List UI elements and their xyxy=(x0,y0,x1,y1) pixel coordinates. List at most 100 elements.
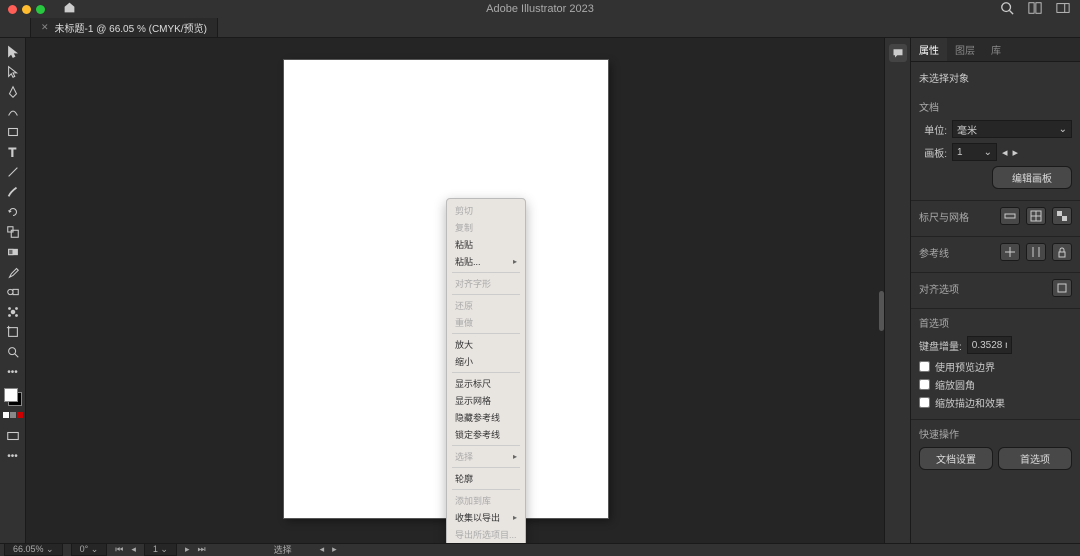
context-menu-item: 添加到库 xyxy=(447,492,525,509)
tools-panel: T ••• ••• xyxy=(0,38,26,543)
rectangle-tool[interactable] xyxy=(5,124,21,140)
context-menu-item: 对齐字形 xyxy=(447,275,525,292)
context-menu-item[interactable]: 收集以导出▸ xyxy=(447,509,525,526)
lock-guide-icon[interactable] xyxy=(1052,243,1072,261)
context-menu-item: 选择▸ xyxy=(447,448,525,465)
document-tab-label: 未标题-1 @ 66.05 % (CMYK/预览) xyxy=(55,20,207,35)
symbol-tool[interactable] xyxy=(5,304,21,320)
context-menu-item: 重做 xyxy=(447,314,525,331)
transparency-grid-icon[interactable] xyxy=(1052,207,1072,225)
svg-text:T: T xyxy=(8,145,16,159)
prev-artboard-icon[interactable]: ◂ xyxy=(1002,146,1008,159)
home-icon[interactable] xyxy=(63,1,76,17)
blend-tool[interactable] xyxy=(5,284,21,300)
screen-mode[interactable] xyxy=(5,428,21,444)
workspace-icon[interactable] xyxy=(1056,1,1070,18)
snap-guide-icon[interactable] xyxy=(1000,243,1020,261)
more-tools[interactable]: ••• xyxy=(5,364,21,380)
grid-icon[interactable] xyxy=(1026,207,1046,225)
panel-tabs: 属性 图层 库 xyxy=(911,38,1080,62)
guides-label: 参考线 xyxy=(919,245,995,260)
close-window[interactable] xyxy=(8,5,17,14)
line-tool[interactable] xyxy=(5,164,21,180)
context-menu-item: 还原 xyxy=(447,297,525,314)
units-select[interactable]: 毫米⌄ xyxy=(952,120,1072,138)
gradient-tool[interactable] xyxy=(5,244,21,260)
brush-tool[interactable] xyxy=(5,184,21,200)
scale-tool[interactable] xyxy=(5,224,21,240)
align-options-label: 对齐选项 xyxy=(919,281,1047,296)
tab-properties[interactable]: 属性 xyxy=(911,38,947,61)
comments-panel-icon[interactable] xyxy=(889,44,907,62)
scale-strokes-checkbox[interactable]: 缩放描边和效果 xyxy=(919,395,1072,410)
preview-bounds-checkbox[interactable]: 使用预览边界 xyxy=(919,359,1072,374)
minimize-window[interactable] xyxy=(22,5,31,14)
status-scroll-left[interactable]: ◂ xyxy=(320,544,325,555)
context-menu-item[interactable]: 粘贴 xyxy=(447,236,525,253)
tab-libraries[interactable]: 库 xyxy=(983,38,1009,61)
zoom-level[interactable]: 66.05% ⌄ xyxy=(4,543,63,556)
close-tab-icon[interactable]: ✕ xyxy=(41,22,49,33)
context-menu-item[interactable]: 锁定参考线 xyxy=(447,426,525,443)
window-controls xyxy=(8,5,45,14)
doc-setup-button[interactable]: 文档设置 xyxy=(919,447,993,470)
rotate-tool[interactable] xyxy=(5,204,21,220)
prefs-button[interactable]: 首选项 xyxy=(998,447,1072,470)
context-menu-item[interactable]: 放大 xyxy=(447,336,525,353)
document-tab[interactable]: ✕ 未标题-1 @ 66.05 % (CMYK/预览) xyxy=(30,17,218,38)
prev-artboard-icon-status[interactable]: ◂ xyxy=(131,544,136,555)
maximize-window[interactable] xyxy=(36,5,45,14)
next-artboard-icon[interactable]: ▸ xyxy=(1013,146,1019,159)
color-mode-toggle[interactable] xyxy=(3,412,23,418)
ruler-grid-label: 标尺与网格 xyxy=(919,209,995,224)
show-guide-icon[interactable] xyxy=(1026,243,1046,261)
key-increment-input[interactable] xyxy=(967,336,1012,354)
app-title: Adobe Illustrator 2023 xyxy=(486,3,594,15)
rotate-view[interactable]: 0° ⌄ xyxy=(71,543,108,556)
canvas[interactable]: 剪切复制粘贴粘贴...▸ 对齐字形还原重做放大缩小显示标尺显示网格隐藏参考线锁定参… xyxy=(26,38,884,543)
prefs-section: 首选项 xyxy=(919,315,1072,330)
search-icon[interactable] xyxy=(1000,1,1014,18)
first-artboard-icon[interactable]: ⏮ xyxy=(115,544,123,555)
artboard-select[interactable]: 1⌄ xyxy=(952,143,997,161)
context-menu-item[interactable]: 显示网格 xyxy=(447,392,525,409)
curvature-tool[interactable] xyxy=(5,104,21,120)
selection-tool[interactable] xyxy=(5,44,21,60)
document-tabs: ✕ 未标题-1 @ 66.05 % (CMYK/预览) xyxy=(0,18,1080,38)
context-menu-item[interactable]: 隐藏参考线 xyxy=(447,409,525,426)
status-scroll-right[interactable]: ▸ xyxy=(332,544,337,555)
artboard-nav[interactable]: 1 ⌄ xyxy=(144,543,177,556)
context-menu-item[interactable]: 显示标尺 xyxy=(447,375,525,392)
context-menu-item[interactable]: 粘贴...▸ xyxy=(447,253,525,270)
direct-selection-tool[interactable] xyxy=(5,64,21,80)
context-menu-item[interactable]: 轮廓 xyxy=(447,470,525,487)
context-menu: 剪切复制粘贴粘贴...▸ 对齐字形还原重做放大缩小显示标尺显示网格隐藏参考线锁定参… xyxy=(446,198,526,543)
titlebar: Adobe Illustrator 2023 xyxy=(0,0,1080,18)
eyedropper-tool[interactable] xyxy=(5,264,21,280)
tab-layers[interactable]: 图层 xyxy=(947,38,983,61)
scale-corners-checkbox[interactable]: 缩放圆角 xyxy=(919,377,1072,392)
edit-artboard-button[interactable]: 编辑画板 xyxy=(992,166,1072,189)
artboard-tool[interactable] xyxy=(5,324,21,340)
context-menu-item: 复制 xyxy=(447,219,525,236)
current-tool-label: 选择 xyxy=(274,543,292,556)
arrange-icon[interactable] xyxy=(1028,1,1042,18)
fill-stroke-swatch[interactable] xyxy=(4,388,22,406)
scrollbar[interactable] xyxy=(879,291,884,331)
units-label: 单位: xyxy=(919,122,947,137)
next-artboard-icon-status[interactable]: ▸ xyxy=(185,544,190,555)
section-document: 文档 xyxy=(919,99,1072,114)
snap-pixel-icon[interactable] xyxy=(1052,279,1072,297)
quick-actions-label: 快速操作 xyxy=(919,426,1072,441)
collapsed-panels-rail xyxy=(884,38,910,543)
artboard-label: 画板: xyxy=(919,145,947,160)
zoom-tool[interactable] xyxy=(5,344,21,360)
context-menu-item: 剪切 xyxy=(447,202,525,219)
last-artboard-icon[interactable]: ⏭ xyxy=(197,544,205,555)
type-tool[interactable]: T xyxy=(5,144,21,160)
key-increment-label: 键盘增量: xyxy=(919,338,962,353)
context-menu-item[interactable]: 缩小 xyxy=(447,353,525,370)
pen-tool[interactable] xyxy=(5,84,21,100)
edit-toolbar[interactable]: ••• xyxy=(5,448,21,464)
ruler-icon[interactable] xyxy=(1000,207,1020,225)
